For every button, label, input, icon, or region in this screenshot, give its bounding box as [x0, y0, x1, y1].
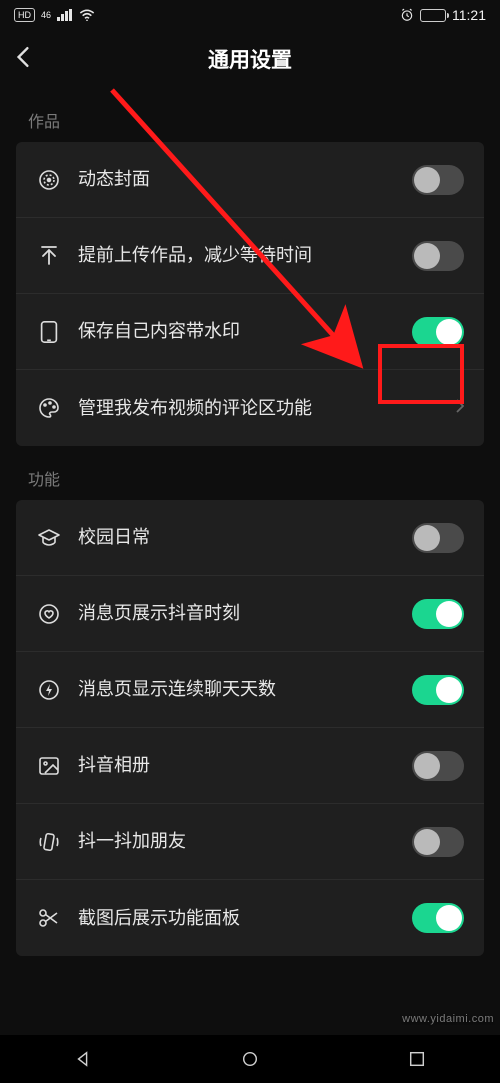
status-bar: HD 46 11:21 — [0, 0, 500, 30]
status-left: HD 46 — [14, 8, 95, 22]
heart-circle-icon — [36, 601, 62, 627]
row-moments[interactable]: 消息页展示抖音时刻 — [16, 576, 484, 652]
row-album[interactable]: 抖音相册 — [16, 728, 484, 804]
toggle-chat-streak[interactable] — [412, 675, 464, 705]
row-label: 消息页显示连续聊天天数 — [62, 676, 412, 702]
nav-home-button[interactable] — [239, 1048, 261, 1070]
nav-recents-button[interactable] — [406, 1048, 428, 1070]
device-icon — [36, 319, 62, 345]
card-works: 动态封面 提前上传作品，减少等待时间 保存自己内容带水印 管理我发布视频的评论区… — [16, 142, 484, 446]
row-preupload[interactable]: 提前上传作品，减少等待时间 — [16, 218, 484, 294]
section-label-works: 作品 — [0, 88, 500, 142]
alarm-icon — [400, 8, 414, 22]
toggle-screenshot-panel[interactable] — [412, 903, 464, 933]
scissors-icon — [36, 905, 62, 931]
target-icon — [36, 167, 62, 193]
row-label: 校园日常 — [62, 524, 412, 550]
battery-icon — [420, 9, 446, 22]
row-manage-comments[interactable]: 管理我发布视频的评论区功能 — [16, 370, 484, 446]
row-shake[interactable]: 抖一抖加朋友 — [16, 804, 484, 880]
palette-icon — [36, 395, 62, 421]
shake-icon — [36, 829, 62, 855]
row-label: 抖音相册 — [62, 752, 412, 778]
header: 通用设置 — [0, 30, 500, 88]
toggle-save-watermark[interactable] — [412, 317, 464, 347]
system-navbar — [0, 1035, 500, 1083]
row-label: 截图后展示功能面板 — [62, 905, 412, 931]
signal-bars-icon — [57, 9, 73, 21]
content: 作品 动态封面 提前上传作品，减少等待时间 保存自己内容带水印 — [0, 88, 500, 1004]
toggle-moments[interactable] — [412, 599, 464, 629]
wifi-icon — [79, 9, 95, 21]
graduation-cap-icon — [36, 525, 62, 551]
row-chat-streak[interactable]: 消息页显示连续聊天天数 — [16, 652, 484, 728]
row-label: 消息页展示抖音时刻 — [62, 600, 412, 626]
toggle-preupload[interactable] — [412, 241, 464, 271]
watermark-url: www.yidaimi.com — [402, 1013, 494, 1025]
row-label: 保存自己内容带水印 — [62, 318, 412, 344]
toggle-shake[interactable] — [412, 827, 464, 857]
clock-time: 11:21 — [452, 7, 486, 23]
row-label: 抖一抖加朋友 — [62, 828, 412, 854]
row-label: 提前上传作品，减少等待时间 — [62, 242, 412, 268]
row-dynamic-cover[interactable]: 动态封面 — [16, 142, 484, 218]
toggle-campus[interactable] — [412, 523, 464, 553]
row-screenshot-panel[interactable]: 截图后展示功能面板 — [16, 880, 484, 956]
row-label: 管理我发布视频的评论区功能 — [62, 395, 456, 421]
lightning-icon — [36, 677, 62, 703]
row-campus[interactable]: 校园日常 — [16, 500, 484, 576]
toggle-album[interactable] — [412, 751, 464, 781]
upload-icon — [36, 243, 62, 269]
chevron-right-icon — [456, 399, 464, 418]
image-icon — [36, 753, 62, 779]
card-features: 校园日常 消息页展示抖音时刻 消息页显示连续聊天天数 抖音相册 — [16, 500, 484, 956]
nav-back-button[interactable] — [72, 1048, 94, 1070]
section-label-features: 功能 — [0, 446, 500, 500]
status-right: 11:21 — [400, 7, 486, 23]
network-gen: 46 — [41, 10, 51, 20]
row-label: 动态封面 — [62, 166, 412, 192]
row-save-watermark[interactable]: 保存自己内容带水印 — [16, 294, 484, 370]
toggle-dynamic-cover[interactable] — [412, 165, 464, 195]
hd-badge: HD — [14, 8, 35, 22]
page-title: 通用设置 — [16, 44, 484, 74]
